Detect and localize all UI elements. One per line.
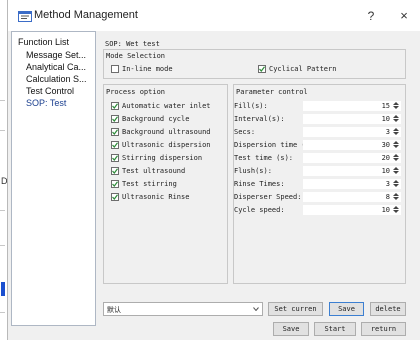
inline-mode-checkbox[interactable] <box>111 65 119 73</box>
function-item-analytical[interactable]: Analytical Ca... <box>26 62 94 72</box>
automatic-water-inlet-checkbox[interactable] <box>111 102 119 110</box>
test-time-spinbox[interactable]: 20 <box>303 153 401 163</box>
process-option-title: Process option <box>106 88 166 96</box>
delete-method-button[interactable]: delete <box>370 302 406 316</box>
spin-arrows-icon[interactable] <box>393 102 399 110</box>
ultrasonic-rinse-checkbox[interactable] <box>111 193 119 201</box>
spin-arrows-icon[interactable] <box>393 141 399 149</box>
spin-arrows-icon[interactable] <box>393 180 399 188</box>
disperser-speed-value: 8 <box>385 193 390 201</box>
inline-mode-label: In-line mode <box>122 65 173 73</box>
spin-arrows-icon[interactable] <box>393 206 399 214</box>
cyclical-pattern-label: Cyclical Pattern <box>269 65 337 73</box>
function-item-calculation[interactable]: Calculation S... <box>26 74 94 84</box>
background-tick <box>0 245 5 246</box>
secs-label: Secs: <box>234 128 256 136</box>
help-button[interactable]: ? <box>363 8 379 24</box>
function-item-test-control[interactable]: Test Control <box>26 86 94 96</box>
ultrasonic-dispersion-checkbox[interactable] <box>111 141 119 149</box>
ultrasonic-dispersion-label: Ultrasonic dispersion <box>122 141 211 149</box>
spin-arrows-icon[interactable] <box>393 167 399 175</box>
background-tick <box>0 100 5 101</box>
check-icon <box>112 155 118 161</box>
stirring-dispersion-label: Stirring dispersion <box>122 154 203 162</box>
app-icon <box>18 11 32 22</box>
flush-spinbox[interactable]: 10 <box>303 166 401 176</box>
secs-value: 3 <box>385 128 390 136</box>
check-icon <box>112 194 118 200</box>
secs-spinbox[interactable]: 3 <box>303 127 401 137</box>
interval-value: 10 <box>381 115 390 123</box>
window-title: Method Management <box>34 9 138 21</box>
function-item-message-settings[interactable]: Message Set... <box>26 50 94 60</box>
function-list-header: Function List <box>18 37 70 47</box>
cycle-speed-value: 10 <box>381 206 390 214</box>
flush-value: 10 <box>381 167 390 175</box>
mode-selection-title: Mode Selection <box>106 52 166 60</box>
fill-value: 15 <box>381 102 390 110</box>
test-stirring-label: Test stirring <box>122 180 177 188</box>
interval-spinbox[interactable]: 10 <box>303 114 401 124</box>
title-bar: Method Management ? × <box>8 0 420 31</box>
method-combobox[interactable]: 默认 <box>103 302 263 316</box>
set-current-button[interactable]: Set curren <box>268 302 323 316</box>
method-combobox-value: 默认 <box>107 306 121 314</box>
check-icon <box>259 66 265 72</box>
spin-arrows-icon[interactable] <box>393 193 399 201</box>
rinse-times-spinbox[interactable]: 3 <box>303 179 401 189</box>
background-app-edge: D <box>0 0 8 340</box>
test-time-label: Test time (s): <box>234 154 294 162</box>
check-icon <box>112 116 118 122</box>
check-icon <box>112 103 118 109</box>
function-item-sop-test[interactable]: SOP: Test <box>26 98 94 108</box>
cycle-speed-label: Cycle speed: <box>234 206 285 214</box>
test-ultrasound-label: Test ultrasound <box>122 167 186 175</box>
check-icon <box>112 129 118 135</box>
disperser-speed-spinbox[interactable]: 8 <box>303 192 401 202</box>
close-button[interactable]: × <box>396 8 412 24</box>
disperser-speed-label: Disperser Speed: <box>234 193 302 201</box>
dispersion-time-spinbox[interactable]: 30 <box>303 140 401 150</box>
fill-label: Fill(s): <box>234 102 268 110</box>
rinse-times-label: Rinse Times: <box>234 180 285 188</box>
flush-label: Flush(s): <box>234 167 272 175</box>
background-ultrasound-label: Background ultrasound <box>122 128 211 136</box>
stirring-dispersion-checkbox[interactable] <box>111 154 119 162</box>
test-time-value: 20 <box>381 154 390 162</box>
spin-arrows-icon[interactable] <box>393 128 399 136</box>
return-button[interactable]: return <box>361 322 406 336</box>
spin-arrows-icon[interactable] <box>393 115 399 123</box>
function-list-panel: Function List Message Set... Analytical … <box>11 31 96 326</box>
save-method-button[interactable]: Save <box>329 302 364 316</box>
parameter-control-title: Parameter control <box>236 88 308 96</box>
fill-spinbox[interactable]: 15 <box>303 101 401 111</box>
background-tick <box>0 210 5 211</box>
spin-arrows-icon[interactable] <box>393 154 399 162</box>
footer-save-button[interactable]: Save <box>273 322 309 336</box>
chevron-down-icon <box>253 307 259 311</box>
background-blue-marker <box>1 282 5 296</box>
dispersion-time-value: 30 <box>381 141 390 149</box>
background-cycle-checkbox[interactable] <box>111 115 119 123</box>
background-ultrasound-checkbox[interactable] <box>111 128 119 136</box>
check-icon <box>112 142 118 148</box>
cycle-speed-spinbox[interactable]: 10 <box>303 205 401 215</box>
interval-label: Interval(s): <box>234 115 285 123</box>
cyclical-pattern-checkbox[interactable] <box>258 65 266 73</box>
check-icon <box>112 181 118 187</box>
ultrasonic-rinse-label: Ultrasonic Rinse <box>122 193 190 201</box>
background-cycle-label: Background cycle <box>122 115 190 123</box>
background-tick <box>0 130 5 131</box>
automatic-water-inlet-label: Automatic water inlet <box>122 102 211 110</box>
sop-label: SOP: Wet test <box>105 40 160 48</box>
rinse-times-value: 3 <box>385 180 390 188</box>
background-tick <box>0 312 5 313</box>
test-stirring-checkbox[interactable] <box>111 180 119 188</box>
start-button[interactable]: Start <box>314 322 356 336</box>
method-management-window: Method Management ? × Function List Mess… <box>7 0 420 340</box>
test-ultrasound-checkbox[interactable] <box>111 167 119 175</box>
check-icon <box>112 168 118 174</box>
